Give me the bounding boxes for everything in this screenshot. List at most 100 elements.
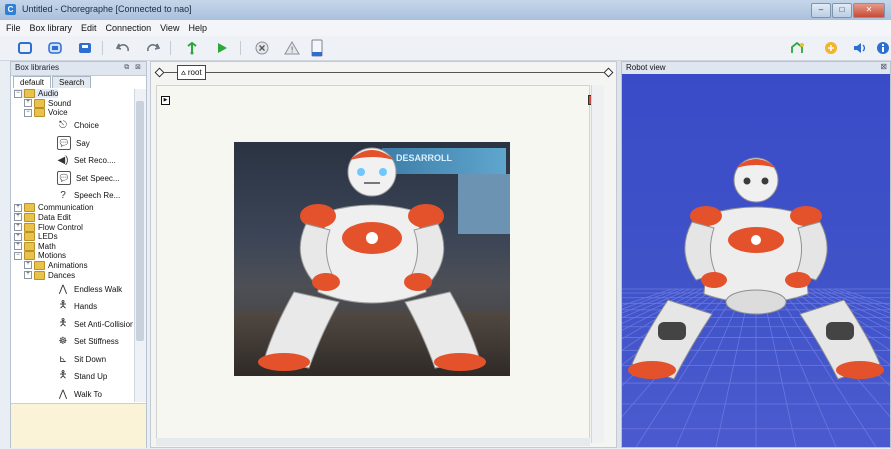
undo-icon[interactable] — [114, 39, 132, 57]
box-label: Set Stiffness — [74, 337, 119, 347]
tree-expander-icon[interactable]: + — [14, 223, 22, 231]
box-set-speec[interactable]: 💬 Set Speec... — [57, 170, 120, 186]
tree-item-label: Communication — [38, 203, 94, 213]
menu-view[interactable]: View — [160, 23, 179, 33]
breadcrumb-line — [159, 72, 609, 73]
open-icon[interactable] — [46, 39, 64, 57]
box-label: Set Speec... — [76, 173, 120, 183]
tree-item-audio[interactable]: − Audio — [14, 89, 59, 98]
save-icon[interactable] — [76, 39, 94, 57]
box-set-anti-collision[interactable]: 🯅 Set Anti-Collision — [57, 316, 133, 332]
tree-item-leds[interactable]: + LEDs — [14, 232, 58, 242]
library-scroll-thumb[interactable] — [136, 101, 144, 341]
box-walk-to[interactable]: ⋀ Walk To — [57, 386, 102, 402]
choregraphe-app-icon: C — [5, 4, 16, 15]
tree-item-label: Audio — [38, 89, 59, 98]
tree-item-label: Motions — [38, 251, 67, 261]
tree-item-flow-control[interactable]: + Flow Control — [14, 222, 83, 232]
tab-default[interactable]: default — [13, 76, 52, 88]
choice-icon: ⎋ — [59, 120, 67, 132]
canvas-vertical-scrollbar[interactable] — [591, 85, 604, 443]
library-scrollbar[interactable] — [134, 89, 146, 402]
robot-view-close-icon[interactable]: ⊠ — [880, 62, 887, 71]
anti-collision-icon: 🯅 — [58, 317, 68, 329]
connect-icon[interactable] — [183, 39, 201, 57]
tree-item-motions[interactable]: − Motions — [14, 251, 67, 261]
volume-icon[interactable] — [851, 39, 869, 57]
root-label: root — [187, 68, 202, 77]
menu-box-library[interactable]: Box library — [30, 23, 73, 33]
tree-item-voice[interactable]: − Voice — [24, 108, 68, 118]
box-label: Set Reco.... — [74, 156, 116, 166]
menu-connection[interactable]: Connection — [106, 23, 152, 33]
breadcrumb-start-marker — [154, 67, 165, 78]
folder-icon — [34, 270, 45, 280]
3d-robot-viewport[interactable] — [622, 74, 890, 447]
tree-expander-icon[interactable]: + — [14, 232, 22, 241]
folder-icon — [24, 251, 35, 261]
box-endless-walk[interactable]: ⋀ Endless Walk — [57, 281, 122, 297]
box-stand-up[interactable]: 🯅 Stand Up — [57, 369, 108, 385]
box-set-stiffness[interactable]: ☸ Set Stiffness — [57, 334, 119, 350]
tree-expander-icon[interactable]: − — [14, 251, 22, 260]
tree-item-label: Dances — [48, 270, 76, 280]
tree-expander-icon[interactable]: + — [14, 203, 22, 212]
info-icon[interactable] — [874, 39, 891, 57]
tree-item-animations[interactable]: + Animations — [24, 260, 88, 270]
panel-float-close-buttons[interactable]: ⧉ ⊠ — [124, 63, 143, 72]
box-sit-down[interactable]: ⊾ Sit Down — [57, 351, 106, 367]
tree-expander-icon[interactable]: + — [14, 213, 22, 222]
tree-item-label: Math — [38, 241, 56, 251]
tree-expander-icon[interactable]: + — [24, 271, 32, 279]
library-tabs: default Search — [13, 76, 92, 88]
tree-item-label: Sound — [48, 98, 72, 108]
breadcrumb-root[interactable]: ⩟ root — [177, 65, 206, 80]
box-say[interactable]: 💬 Say — [57, 135, 90, 151]
menu-edit[interactable]: Edit — [81, 23, 97, 33]
nao-photo-figure — [258, 147, 486, 371]
close-button[interactable]: ✕ — [853, 3, 885, 18]
menu-help[interactable]: Help — [188, 23, 207, 33]
title-bar: C Untitled - Choregraphe [Connected to n… — [0, 0, 891, 21]
stop-icon[interactable] — [253, 39, 271, 57]
sit-down-icon: ⊾ — [58, 353, 68, 365]
flow-diagram-panel: ⩟ root ▶ DESARROLL — [150, 61, 617, 448]
tree-expander-icon[interactable]: + — [24, 261, 32, 270]
box-libraries-header: Box libraries ⧉ ⊠ — [11, 62, 146, 76]
box-hands[interactable]: 🯅 Hands — [57, 299, 98, 315]
tab-search[interactable]: Search — [52, 76, 92, 88]
breadcrumb-end-marker — [603, 67, 614, 78]
wake-up-icon[interactable] — [788, 39, 806, 57]
tree-expander-icon[interactable]: − — [24, 108, 32, 117]
svg-text:!: ! — [291, 46, 294, 55]
tree-item-communication[interactable]: + Communication — [14, 203, 94, 213]
menu-file[interactable]: File — [6, 23, 21, 33]
maximize-button[interactable]: □ — [832, 3, 852, 18]
flow-canvas[interactable]: ▶ DESARROLL — [156, 85, 590, 443]
stiffness-icon: ☸ — [58, 336, 68, 348]
animation-icon[interactable] — [822, 39, 840, 57]
box-set-reco[interactable]: ◀) Set Reco.... — [57, 153, 116, 169]
tree-item-dances[interactable]: + Dances — [24, 270, 76, 280]
warning-icon[interactable]: ! — [283, 39, 301, 57]
nao-robot-photo: DESARROLL — [234, 142, 510, 376]
tree-item-sound[interactable]: + Sound — [24, 98, 72, 108]
tree-expander-icon[interactable]: + — [14, 242, 22, 251]
device-icon[interactable] — [308, 39, 326, 57]
box-choice[interactable]: ⎋ Choice — [57, 118, 99, 134]
box-speech-re[interactable]: ? Speech Re... — [57, 188, 120, 204]
redo-icon[interactable] — [144, 39, 162, 57]
tree-expander-icon[interactable]: − — [14, 89, 22, 98]
play-icon[interactable] — [213, 39, 231, 57]
new-icon[interactable] — [16, 39, 34, 57]
robot-view-title: Robot view — [626, 63, 666, 72]
box-label: Say — [76, 138, 90, 148]
canvas-horizontal-scrollbar[interactable] — [156, 438, 590, 446]
onstart-input-port[interactable]: ▶ — [161, 96, 170, 105]
tree-expander-icon[interactable]: + — [24, 99, 32, 108]
tree-item-data-edit[interactable]: + Data Edit — [14, 212, 71, 222]
tree-item-math[interactable]: + Math — [14, 241, 56, 251]
minimize-button[interactable]: – — [811, 3, 831, 18]
box-label: Stand Up — [74, 372, 108, 382]
tree-item-label: Data Edit — [38, 212, 71, 222]
